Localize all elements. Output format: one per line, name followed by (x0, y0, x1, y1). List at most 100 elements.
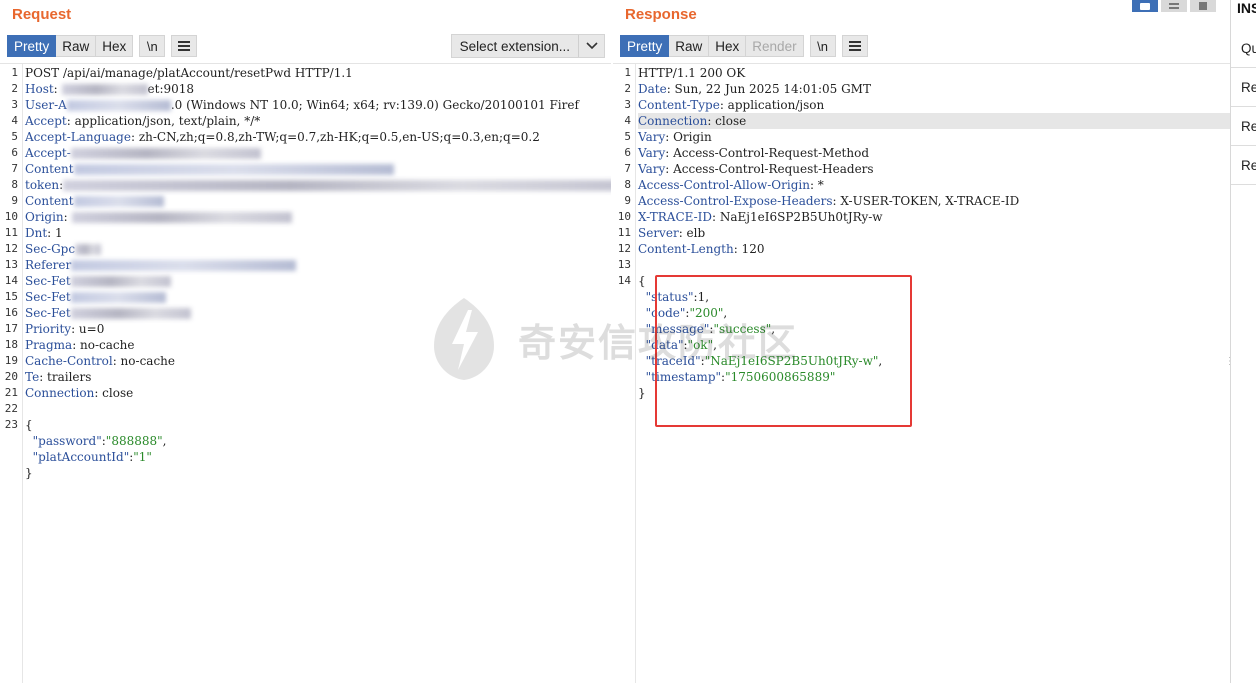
line-number: 8 (624, 178, 631, 191)
code-line: { (25, 418, 33, 432)
line-number: 14 (617, 274, 631, 287)
response-view-tabs: Pretty Raw Hex Render \n (620, 34, 868, 58)
request-editor[interactable]: 1 2 3 4 5 6 7 8 9 10 11 12 13 14 15 16 17 18 19 20 21 22 23 PO… (0, 63, 611, 683)
response-tab-raw[interactable]: Raw (669, 35, 710, 57)
line-number: 22 (4, 402, 18, 415)
line-number: 7 (624, 162, 631, 175)
line-number: 11 (4, 226, 18, 239)
line-number: 15 (4, 290, 18, 303)
layout-toggle-group (1132, 0, 1216, 12)
code-line: Sec-Fet (25, 289, 611, 305)
code-line: Pragma: no-cache (25, 338, 135, 352)
redacted-value (73, 196, 164, 207)
code-line: token: (25, 177, 611, 193)
redacted-value (70, 148, 261, 159)
line-number: 23 (4, 418, 18, 431)
line-number: 8 (11, 178, 18, 191)
select-extension-dropdown[interactable]: Select extension... (450, 34, 605, 58)
line-number: 10 (617, 210, 631, 223)
code-line: Content-Length: 120 (638, 242, 765, 256)
request-newline-toggle[interactable]: \n (139, 35, 166, 57)
inspector-row-request-cookies[interactable]: Re (1231, 107, 1256, 146)
line-number: 13 (617, 258, 631, 271)
line-number: 6 (11, 146, 18, 159)
hamburger-icon (848, 39, 861, 53)
request-menu-button[interactable] (171, 35, 198, 57)
line-number: 16 (4, 306, 18, 319)
inspector-row-request-attributes[interactable]: Re (1231, 68, 1256, 107)
code-line: Vary: Origin (638, 130, 712, 144)
line-number: 12 (4, 242, 18, 255)
hamburger-icon (178, 39, 191, 53)
layout-tabs-button[interactable] (1190, 0, 1216, 12)
line-number: 4 (11, 114, 18, 127)
line-number: 5 (11, 130, 18, 143)
code-line: Connection: close (25, 386, 134, 400)
inspector-row-request-headers[interactable]: Re (1231, 146, 1256, 185)
select-extension-label: Select extension... (459, 38, 570, 54)
request-tab-pretty[interactable]: Pretty (7, 35, 57, 57)
request-pane: Request Pretty Raw Hex \n Select extensi… (0, 0, 611, 683)
line-number: 10 (4, 210, 18, 223)
line-number: 2 (624, 82, 631, 95)
redacted-value (70, 308, 191, 319)
code-line: Origin: (25, 209, 611, 225)
code-line: Content (25, 161, 611, 177)
code-line: Sec-Gpc (25, 241, 611, 257)
redacted-value (61, 84, 148, 95)
layout-rows-button[interactable] (1161, 0, 1187, 12)
code-line: Connection: close (638, 113, 1230, 129)
redacted-value (70, 276, 171, 287)
response-newline-toggle[interactable]: \n (809, 35, 836, 57)
redacted-value (75, 244, 102, 255)
chevron-down-icon (578, 35, 604, 57)
redacted-value (73, 164, 394, 175)
line-number: 6 (624, 146, 631, 159)
code-line: Accept- (25, 145, 611, 161)
response-line-gutter: 1 2 3 4 5 6 7 8 9 10 11 12 13 14 (613, 64, 636, 683)
response-pane: Response Pretty Raw Hex Render \n 123456… (613, 0, 1230, 683)
line-number: 13 (4, 258, 18, 271)
code-line: HTTP/1.1 200 OK (638, 66, 746, 80)
code-line: POST /api/ai/manage/platAccount/resetPwd… (25, 66, 353, 80)
code-line: Content-Type: application/json (638, 98, 825, 112)
response-menu-button[interactable] (841, 35, 868, 57)
code-line: Accept-Language: zh-CN,zh;q=0.8,zh-TW;q=… (25, 130, 540, 144)
line-number: 1 (11, 66, 18, 79)
redacted-value (71, 212, 292, 223)
code-line: Sec-Fet (25, 273, 611, 289)
response-tab-render[interactable]: Render (746, 35, 804, 57)
inspector-title: INS (1237, 0, 1256, 16)
line-number: 20 (4, 370, 18, 383)
inspector-panel: INS Qu Re Re Re (1230, 0, 1256, 683)
code-line: Referer (25, 257, 611, 273)
line-number: 1 (624, 66, 631, 79)
code-line: Content (25, 193, 611, 209)
request-tab-raw[interactable]: Raw (56, 35, 97, 57)
code-line: User-A .0 (Windows NT 10.0; Win64; x64; r… (25, 98, 579, 112)
code-line: Dnt: 1 (25, 226, 63, 240)
code-line: Sec-Fet (25, 305, 611, 321)
code-line: Accept: application/json, text/plain, */… (25, 114, 261, 128)
inspector-row-query[interactable]: Qu (1231, 29, 1256, 68)
code-line: Access-Control-Expose-Headers: X-USER-TO… (638, 194, 1020, 208)
code-line: Server: elb (638, 226, 706, 240)
code-line: Access-Control-Allow-Origin: * (638, 178, 824, 192)
response-tab-hex[interactable]: Hex (709, 35, 747, 57)
request-tab-hex[interactable]: Hex (96, 35, 134, 57)
response-title: Response (625, 6, 697, 23)
rows-icon (1169, 3, 1179, 9)
response-tab-pretty[interactable]: Pretty (620, 35, 670, 57)
line-number: 2 (11, 82, 18, 95)
line-number: 3 (11, 98, 18, 111)
code-line: "password":"888888", (32, 434, 167, 448)
line-number: 4 (624, 114, 631, 127)
code-line: X-TRACE-ID: NaEj1eI6SP2B5Uh0tJRy-w (638, 210, 883, 224)
request-line-gutter: 1 2 3 4 5 6 7 8 9 10 11 12 13 14 15 16 17 18 19 20 21 22 23 (0, 64, 23, 683)
inspector-splitter[interactable]: ⋮ (1225, 357, 1235, 367)
columns-icon (1140, 2, 1150, 10)
code-line: Cache-Control: no-cache (25, 354, 175, 368)
layout-split-button[interactable] (1132, 0, 1158, 12)
